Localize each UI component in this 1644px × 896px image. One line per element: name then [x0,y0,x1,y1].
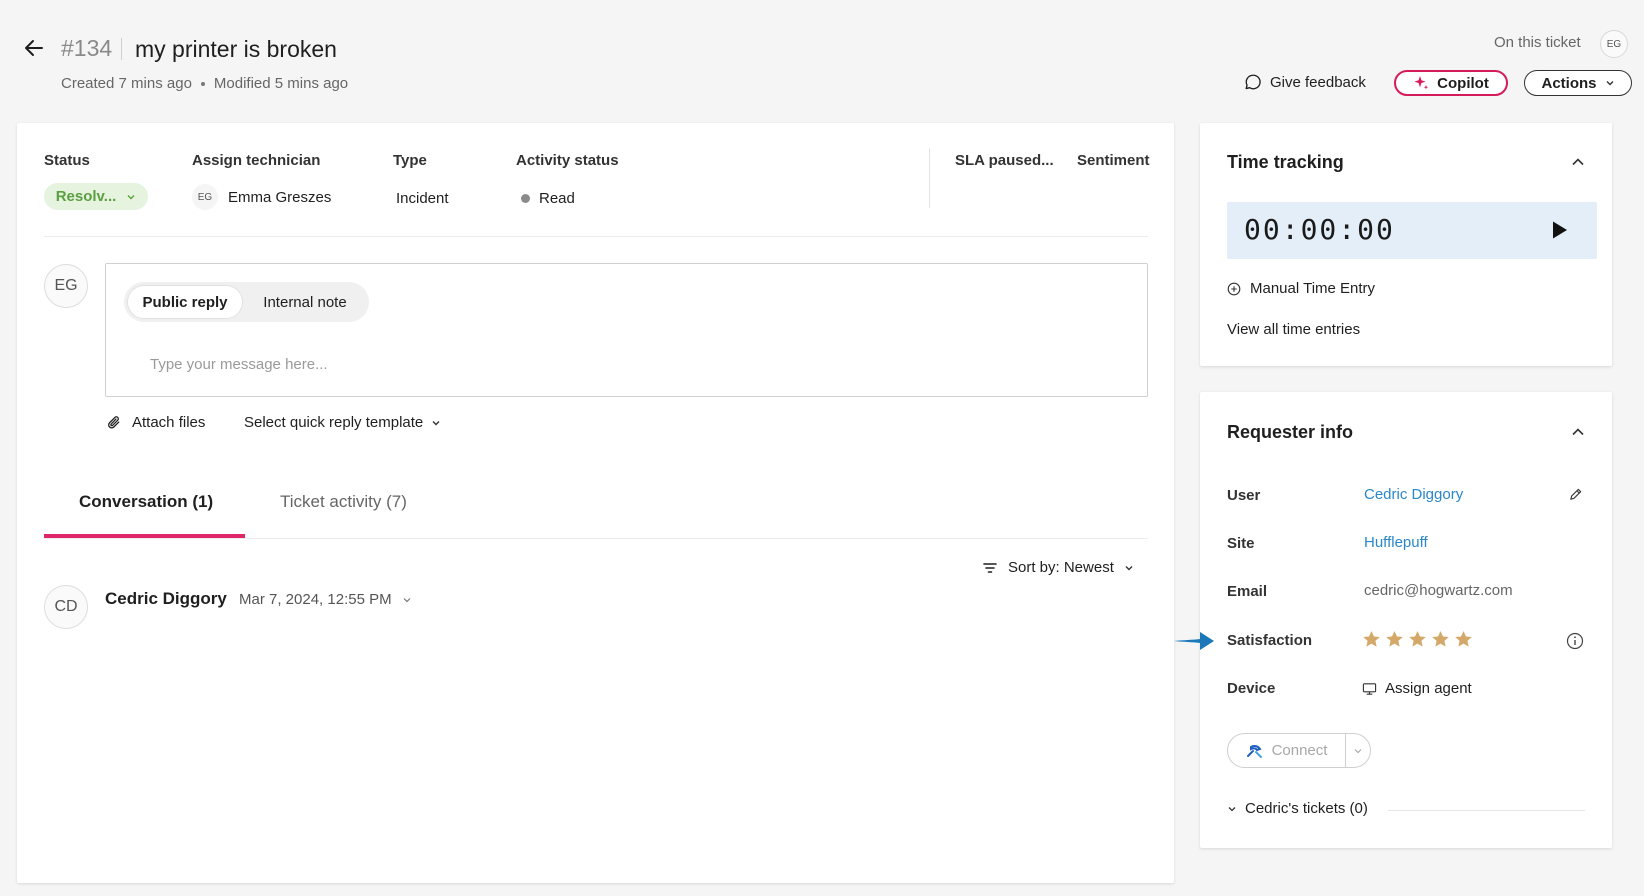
type-label: Type [393,152,427,169]
email-value: cedric@hogwartz.com [1364,582,1513,599]
activity-status-label: Activity status [516,152,619,169]
requester-tickets-toggle[interactable]: Cedric's tickets (0) [1227,800,1368,817]
status-dropdown[interactable]: Resolv... [44,183,148,210]
status-value: Resolv... [55,188,117,205]
info-icon[interactable] [1566,632,1584,650]
satisfaction-rating [1362,630,1473,649]
sla-label: SLA paused... [955,152,1054,169]
back-arrow-icon[interactable] [22,36,46,60]
sentiment-label: Sentiment [1077,152,1150,169]
quick-reply-label: Select quick reply template [244,414,424,431]
actions-label: Actions [1541,74,1597,92]
email-label: Email [1227,583,1268,600]
activity-status-value: Read [539,190,575,207]
status-dot-icon [521,194,530,203]
copilot-label: Copilot [1437,74,1489,92]
monitor-icon [1362,682,1377,695]
viewer-avatar[interactable]: EG [1600,30,1628,58]
meta-separator [200,81,205,86]
site-label: Site [1227,535,1255,552]
tab-ticket-activity[interactable]: Ticket activity (7) [280,492,407,512]
site-link[interactable]: Hufflepuff [1364,534,1428,551]
requester-tickets-label: Cedric's tickets (0) [1245,800,1368,817]
quick-reply-dropdown[interactable]: Select quick reply template [244,414,441,431]
status-label: Status [44,152,90,169]
give-feedback-label: Give feedback [1270,73,1366,91]
chevron-down-icon [1228,806,1236,811]
manual-time-entry-label: Manual Time Entry [1250,280,1376,297]
assign-technician-label: Assign technician [192,152,321,169]
section-divider [44,236,1148,237]
filter-icon [983,562,997,573]
actions-button[interactable]: Actions [1524,70,1632,96]
requester-info-title: Requester info [1227,422,1354,442]
remote-connect-icon [1246,744,1262,758]
title-separator [121,38,122,60]
avatar: EG [44,264,88,308]
technician-avatar: EG [192,184,218,210]
arrow-right-icon [1174,632,1214,650]
star-icon [1455,631,1472,647]
message-date-dropdown[interactable]: Mar 7, 2024, 12:55 PM [239,591,412,608]
chevron-down-icon [432,420,440,425]
technician-name: Emma Greszes [228,188,332,206]
message-input[interactable] [150,352,1130,376]
timer-value: 00:00:00 [1244,213,1395,246]
chat-bubble-icon [1245,74,1261,90]
paperclip-icon [108,416,120,429]
satisfaction-label: Satisfaction [1227,632,1313,649]
manual-time-entry-button[interactable]: Manual Time Entry [1227,280,1375,297]
chevron-down-icon [1125,565,1133,570]
requester-info-card [1200,392,1612,848]
public-reply-tab[interactable]: Public reply [127,285,243,319]
modified-time: Modified 5 mins ago [213,75,349,92]
assign-agent-button[interactable]: Assign agent [1362,680,1472,697]
attach-files-button[interactable]: Attach files [106,414,205,431]
sort-dropdown[interactable]: Sort by: Newest [982,559,1134,576]
message-author: Cedric Diggory [105,589,227,608]
user-label: User [1227,487,1261,504]
internal-note-tab[interactable]: Internal note [245,285,365,319]
sparkle-icon [1414,76,1429,90]
chevron-up-icon[interactable] [1570,424,1586,440]
page-title[interactable]: my printer is broken [135,36,337,63]
device-label: Device [1227,680,1276,697]
tabs-divider [44,538,1148,539]
play-icon[interactable] [1551,220,1569,240]
assign-agent-label: Assign agent [1385,680,1472,697]
assign-technician-field[interactable]: EG Emma Greszes [192,184,331,210]
attach-files-label: Attach files [132,414,206,431]
active-tab-indicator [44,534,245,538]
connect-button[interactable]: Connect [1227,733,1345,768]
chevron-down-icon [1606,81,1613,86]
ticket-meta: Created 7 mins ago Modified 5 mins ago [61,75,348,92]
star-icon [1432,631,1449,647]
type-value[interactable]: Incident [396,190,449,207]
fields-divider [929,148,930,208]
created-time: Created 7 mins ago [61,75,192,92]
star-icon [1386,631,1403,647]
ticket-id: #134 [61,35,113,61]
activity-status-field[interactable]: Read [521,190,575,207]
time-tracking-title: Time tracking [1227,152,1344,172]
star-icon [1363,631,1380,647]
tickets-divider [1388,810,1585,811]
on-ticket-label: On this ticket [1494,34,1581,51]
copilot-button[interactable]: Copilot [1394,70,1508,96]
chevron-up-icon[interactable] [1570,154,1586,170]
sort-label: Sort by: Newest [1008,559,1114,576]
view-all-time-entries-link[interactable]: View all time entries [1227,321,1360,338]
chevron-down-icon [1354,748,1362,753]
connect-label: Connect [1271,742,1328,759]
tab-conversation[interactable]: Conversation (1) [79,492,213,512]
chevron-down-icon [127,194,135,199]
give-feedback-button[interactable]: Give feedback [1244,73,1366,91]
message-date: Mar 7, 2024, 12:55 PM [239,591,392,608]
chevron-down-icon [403,597,411,602]
plus-circle-icon [1227,282,1241,295]
avatar: CD [44,585,88,629]
user-link[interactable]: Cedric Diggory [1364,486,1463,503]
edit-pencil-icon[interactable] [1568,487,1583,502]
star-icon [1409,631,1426,647]
